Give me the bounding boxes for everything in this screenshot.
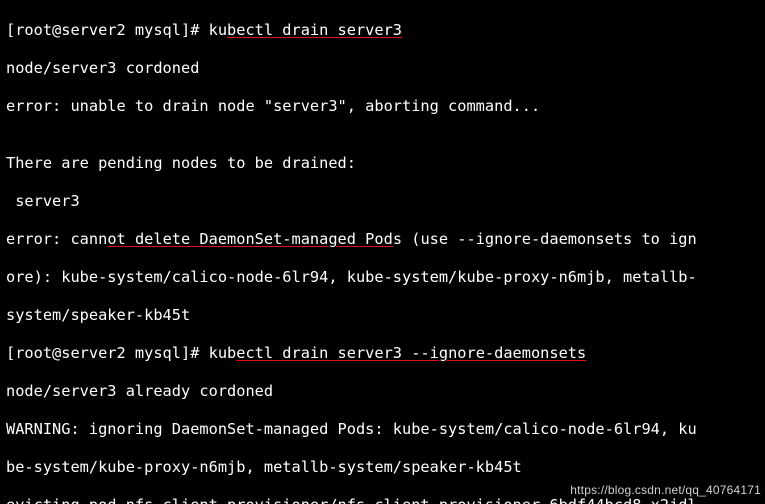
output-line: ore): kube-system/calico-node-6lr94, kub… <box>6 268 759 287</box>
output-line: error: unable to drain node "server3", a… <box>6 97 759 116</box>
cmd-underlined: ectl drain server3 --ignore-daemonsets <box>236 344 586 362</box>
text-underlined: ot delete DaemonSet-managed Pod <box>107 230 393 248</box>
output-line: node/server3 cordoned <box>6 59 759 78</box>
text: s (use --ignore-daemonsets to ign <box>393 230 697 248</box>
output-line: system/speaker-kb45t <box>6 306 759 325</box>
output-line: node/server3 already cordoned <box>6 382 759 401</box>
text: error: cann <box>6 230 107 248</box>
output-line: be-system/kube-proxy-n6mjb, metallb-syst… <box>6 458 759 477</box>
watermark-text: https://blog.csdn.net/qq_40764171 <box>570 481 761 500</box>
cmd-part: ku <box>209 21 227 39</box>
prompt-line-2: [root@server2 mysql]# kubectl drain serv… <box>6 344 759 363</box>
output-line: WARNING: ignoring DaemonSet-managed Pods… <box>6 420 759 439</box>
cmd-underlined: bectl drain server3 <box>227 21 402 39</box>
shell-prompt-and-cmd: [root@server2 mysql]# kub <box>6 344 236 362</box>
output-line: There are pending nodes to be drained: <box>6 154 759 173</box>
terminal-window[interactable]: [root@server2 mysql]# kubectl drain serv… <box>0 0 765 504</box>
output-line: server3 <box>6 192 759 211</box>
shell-prompt: [root@server2 mysql]# <box>6 21 209 39</box>
prompt-line-1: [root@server2 mysql]# kubectl drain serv… <box>6 21 759 40</box>
output-line: error: cannot delete DaemonSet-managed P… <box>6 230 759 249</box>
